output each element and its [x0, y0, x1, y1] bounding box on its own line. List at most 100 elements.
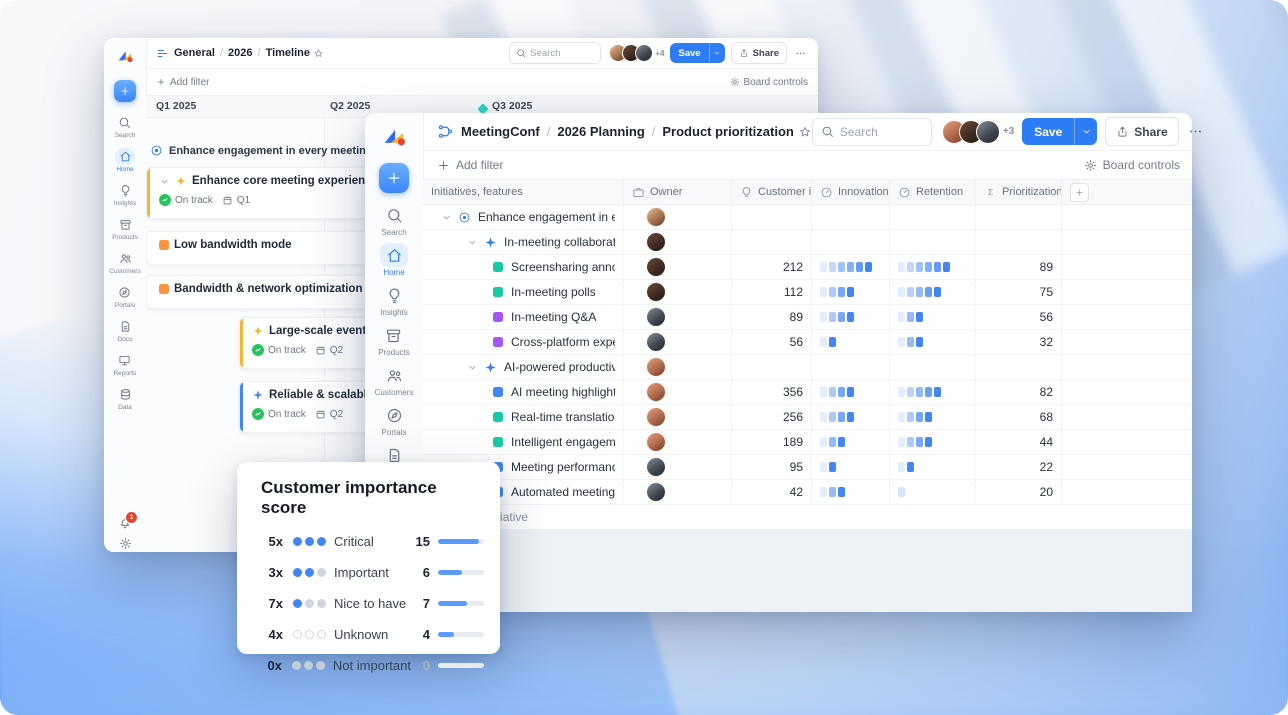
- segment-bar: [898, 312, 923, 322]
- add-initiative-button[interactable]: Add initiative: [423, 505, 1192, 530]
- cell-extra: [1061, 205, 1192, 229]
- search-input[interactable]: Search: [509, 42, 601, 64]
- avatar[interactable]: [976, 120, 1000, 144]
- segment: [898, 437, 905, 447]
- table-row[interactable]: In-meeting Q&A8956: [423, 305, 1192, 330]
- owner-avatar[interactable]: [646, 457, 666, 477]
- favorite-star-icon[interactable]: [313, 48, 324, 59]
- add-column-button[interactable]: [1070, 183, 1089, 202]
- docs-icon: [119, 320, 132, 333]
- avatar[interactable]: [635, 44, 653, 62]
- collaborator-avatars[interactable]: [609, 44, 653, 62]
- more-button[interactable]: [792, 48, 808, 59]
- favorite-star-icon[interactable]: [798, 125, 812, 139]
- cell-owner: [623, 455, 731, 479]
- save-button[interactable]: Save: [1022, 118, 1097, 145]
- owner-avatar[interactable]: [646, 257, 666, 277]
- add-filter-button[interactable]: Add filter: [437, 158, 503, 172]
- notifications-button[interactable]: 1: [118, 516, 132, 530]
- owner-avatar[interactable]: [646, 332, 666, 352]
- board-controls-button[interactable]: Board controls: [730, 77, 808, 88]
- owner-avatar[interactable]: [646, 407, 666, 427]
- importance-label: Unknown: [334, 627, 410, 642]
- breadcrumb-item[interactable]: 2026 Planning: [557, 124, 644, 139]
- breadcrumb-item[interactable]: Timeline: [266, 47, 310, 59]
- table-row[interactable]: In-meeting collaboration: [423, 230, 1192, 255]
- cell-innovation: [811, 405, 889, 429]
- sidebar-item-home[interactable]: Home: [380, 243, 408, 277]
- sidebar-item-insights[interactable]: Insights: [380, 283, 408, 317]
- owner-avatar[interactable]: [646, 307, 666, 327]
- table-row[interactable]: Cross-platform experience5632: [423, 330, 1192, 355]
- board-controls-button[interactable]: Board controls: [1084, 158, 1180, 172]
- table-row[interactable]: Intelligent engagement reports18944: [423, 430, 1192, 455]
- row-title: Real-time translation: [511, 410, 615, 424]
- sidebar-item-reports[interactable]: Reports: [114, 352, 137, 377]
- table-row[interactable]: AI meeting highlights35682: [423, 380, 1192, 405]
- cell-initiative: AI-powered productivity & insights: [423, 355, 623, 379]
- breadcrumb-item[interactable]: 2026: [228, 47, 252, 59]
- sidebar-item-docs[interactable]: Docs: [115, 318, 135, 343]
- sidebar-item-portals[interactable]: Portals: [380, 403, 408, 437]
- sidebar-item-data[interactable]: Data: [115, 386, 135, 411]
- collaborator-avatars[interactable]: [942, 120, 1000, 144]
- feature-color-square: [493, 412, 503, 422]
- owner-avatar[interactable]: [646, 207, 666, 227]
- quarter-label: Q2 2025: [330, 100, 370, 112]
- table-row[interactable]: Meeting performance dashboards9522: [423, 455, 1192, 480]
- column-header-owner[interactable]: Owner: [623, 180, 731, 204]
- avatar-overflow-count[interactable]: +3: [1003, 126, 1014, 137]
- table-row[interactable]: Screensharing annotations21289: [423, 255, 1192, 280]
- table-row[interactable]: In-meeting polls11275: [423, 280, 1192, 305]
- column-header-innovation[interactable]: Innovation: [811, 180, 889, 204]
- table-row[interactable]: Real-time translation25668: [423, 405, 1192, 430]
- row-title: Intelligent engagement reports: [511, 435, 615, 449]
- sidebar-item-home[interactable]: Home: [115, 148, 135, 173]
- table-row[interactable]: Enhance engagement in every meeting: [423, 205, 1192, 230]
- segment: [838, 312, 845, 322]
- share-button[interactable]: Share: [1105, 117, 1178, 146]
- table-row[interactable]: AI-powered productivity & insights: [423, 355, 1192, 380]
- search-input[interactable]: Search: [812, 118, 932, 146]
- breadcrumb-item[interactable]: Product prioritization: [662, 124, 793, 139]
- sidebar-item-portals[interactable]: Portals: [115, 284, 135, 309]
- cell-retention: [889, 280, 975, 304]
- segment-bar: [898, 437, 932, 447]
- table-row[interactable]: Automated meeting notes4220: [423, 480, 1192, 505]
- owner-avatar[interactable]: [646, 482, 666, 502]
- save-button[interactable]: Save: [670, 43, 724, 63]
- owner-avatar[interactable]: [646, 232, 666, 252]
- save-dropdown-button[interactable]: [709, 43, 725, 63]
- owner-avatar[interactable]: [646, 432, 666, 452]
- share-button[interactable]: Share: [731, 42, 787, 64]
- more-button[interactable]: [1185, 124, 1207, 139]
- save-dropdown-button[interactable]: [1074, 118, 1097, 145]
- breadcrumb-item[interactable]: MeetingConf: [461, 124, 540, 139]
- add-filter-button[interactable]: Add filter: [156, 77, 209, 88]
- sidebar-item-customers[interactable]: Customers: [109, 250, 140, 275]
- column-header-customer-importance[interactable]: Customer importance: [731, 180, 811, 204]
- avatar-overflow-count[interactable]: +4: [655, 49, 664, 58]
- sidebar-item-products[interactable]: Products: [112, 216, 138, 241]
- sidebar-item-search[interactable]: Search: [115, 114, 136, 139]
- data-icon: [119, 388, 132, 401]
- column-header-initiatives[interactable]: Initiatives, features: [423, 180, 623, 204]
- row-title: In-meeting Q&A: [511, 310, 596, 324]
- owner-avatar[interactable]: [646, 357, 666, 377]
- column-header-prioritization-score[interactable]: Σ Prioritization score: [975, 180, 1061, 204]
- owner-avatar[interactable]: [646, 382, 666, 402]
- cell-customer-importance: 89: [731, 305, 811, 329]
- sidebar-item-products[interactable]: Products: [378, 323, 410, 357]
- insights-icon: [119, 184, 132, 197]
- sidebar-item-insights[interactable]: Insights: [114, 182, 136, 207]
- sidebar-item-search[interactable]: Search: [380, 203, 408, 237]
- create-button[interactable]: [114, 80, 136, 102]
- column-header-retention[interactable]: Retention: [889, 180, 975, 204]
- timeline-group-header[interactable]: Enhance engagement in every meeting: [150, 144, 373, 157]
- create-button[interactable]: [379, 163, 409, 193]
- owner-avatar[interactable]: [646, 282, 666, 302]
- gauge-icon: [820, 186, 833, 199]
- sidebar-item-customers[interactable]: Customers: [375, 363, 414, 397]
- breadcrumb-item[interactable]: General: [174, 47, 215, 59]
- settings-gear-icon[interactable]: [119, 537, 132, 550]
